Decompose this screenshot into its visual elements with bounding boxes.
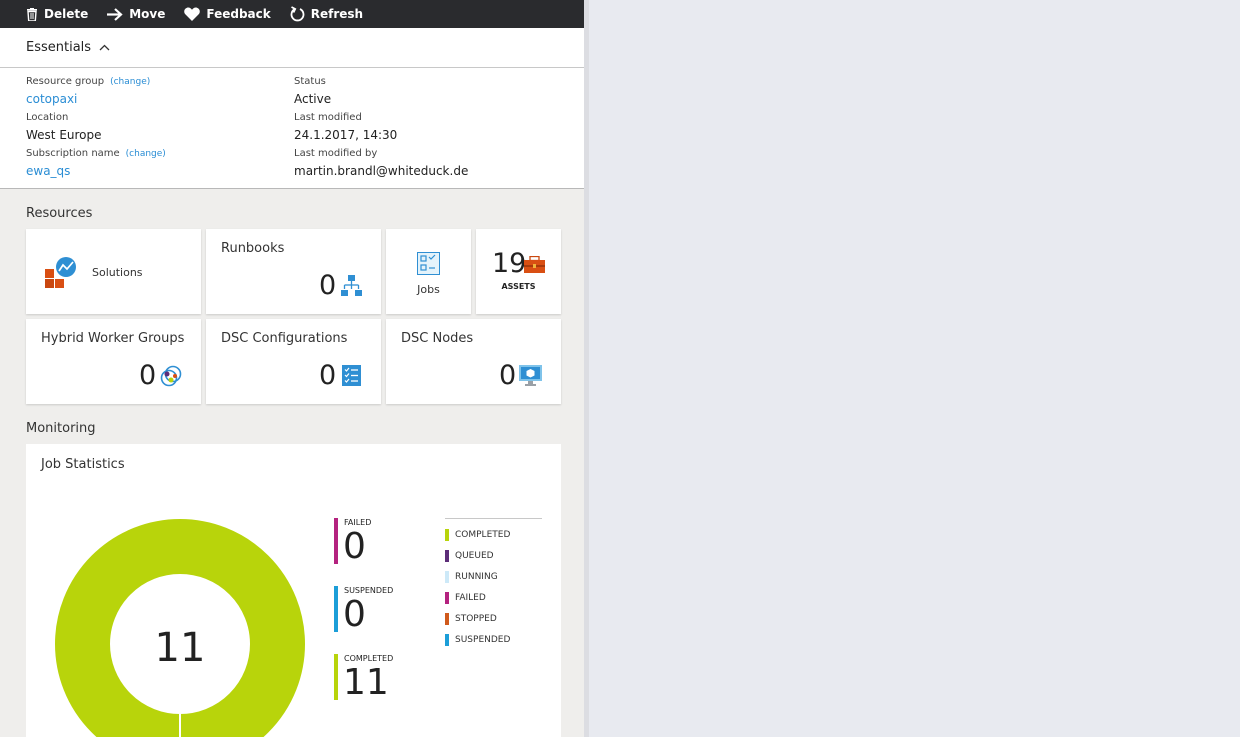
legend-swatch [445,528,449,541]
completed-stat-value: 11 [343,662,389,703]
last-modified-by-field: Last modified by martin.brandl@whiteduck… [294,147,468,183]
legend-stopped: STOPPED [445,608,542,629]
suspended-stat-value: 0 [343,594,366,635]
job-status-legend: COMPLETED QUEUED RUNNING FAILED STOPPED … [445,518,542,650]
essentials-toggle[interactable]: Essentials [0,28,584,68]
legend-running: RUNNING [445,566,542,587]
legend-completed-label: COMPLETED [455,529,511,540]
heart-icon [184,7,201,21]
monitoring-heading: Monitoring [26,421,96,436]
assets-label: ASSETS [501,282,536,291]
checklist-icon [342,365,361,386]
solutions-icon [45,257,76,288]
legend-queued: QUEUED [445,545,542,566]
delete-button[interactable]: Delete [26,7,88,21]
legend-swatch [445,612,449,625]
essentials-panel: Essentials Resource group (change) cotopa… [0,28,584,189]
status-label: Status [294,76,326,87]
legend-failed-label: FAILED [455,592,486,603]
chevron-up-icon [99,44,110,51]
runbooks-label: Runbooks [221,241,285,256]
solutions-tile[interactable]: Solutions [26,229,201,314]
monitor-node-icon [519,365,542,386]
status-value: Active [294,92,332,106]
last-modified-by-value: martin.brandl@whiteduck.de [294,164,469,178]
legend-completed: COMPLETED [445,524,542,545]
jobs-icon [417,252,440,275]
resource-group-label: Resource group [26,76,105,87]
refresh-icon [290,6,305,22]
feedback-label: Feedback [206,7,271,21]
dsc-configurations-tile[interactable]: DSC Configurations 0 [206,319,381,404]
move-label: Move [129,7,166,21]
subscription-link[interactable]: ewa_qs [26,162,166,180]
job-statistics-title: Job Statistics [41,457,125,472]
legend-suspended: SUSPENDED [445,629,542,650]
command-bar: Delete Move Feedback Refresh [0,0,584,28]
legend-running-label: RUNNING [455,571,498,582]
last-modified-field: Last modified 24.1.2017, 14:30 [294,111,468,147]
last-modified-by-label: Last modified by [294,148,378,159]
donut-total: 11 [155,625,206,671]
suspended-stat-bar [334,586,338,632]
toolbox-icon [524,256,545,273]
dsc-nodes-count: 0 [499,360,517,391]
dsc-configurations-count: 0 [319,360,337,391]
subscription-change-link[interactable]: (change) [126,149,166,159]
automation-blade: Delete Move Feedback Refresh Essentials … [0,0,584,737]
essentials-right-column: Status Active Last modified 24.1.2017, 1… [294,75,468,183]
runbook-hierarchy-icon [341,275,362,296]
last-modified-value: 24.1.2017, 14:30 [294,128,398,142]
hybrid-worker-groups-count: 0 [139,360,157,391]
location-label: Location [26,112,69,123]
subscription-field: Subscription name (change) ewa_qs [26,147,166,183]
status-field: Status Active [294,75,468,111]
runbooks-count: 0 [319,270,337,301]
jobs-tile[interactable]: Jobs [386,229,471,314]
legend-swatch [445,591,449,604]
empty-content-pane [589,0,1240,737]
resources-heading: Resources [26,206,93,221]
legend-stopped-label: STOPPED [455,613,497,624]
solutions-label: Solutions [92,266,143,279]
feedback-button[interactable]: Feedback [184,7,271,21]
arrow-right-icon [107,7,123,21]
hybrid-worker-icon [160,365,182,387]
last-modified-label: Last modified [294,112,362,123]
refresh-button[interactable]: Refresh [290,6,363,22]
subscription-label: Subscription name [26,148,120,159]
hybrid-worker-groups-label: Hybrid Worker Groups [41,331,185,346]
move-button[interactable]: Move [107,7,165,21]
resource-group-change-link[interactable]: (change) [110,77,150,87]
failed-stat-bar [334,518,338,564]
dsc-nodes-tile[interactable]: DSC Nodes 0 [386,319,561,404]
legend-swatch [445,570,449,583]
refresh-label: Refresh [310,7,364,21]
job-statistics-tile[interactable]: Job Statistics 11 FAILED 0 SUSPENDED 0 C… [26,444,561,737]
completed-stat-bar [334,654,338,700]
failed-stat-value: 0 [343,526,366,567]
jobs-label: Jobs [417,283,440,296]
location-value: West Europe [26,128,102,142]
runbooks-tile[interactable]: Runbooks 0 [206,229,381,314]
legend-swatch [445,549,449,562]
delete-label: Delete [44,7,89,21]
legend-failed: FAILED [445,587,542,608]
resource-group-field: Resource group (change) cotopaxi [26,75,166,111]
essentials-title: Essentials [26,40,92,55]
legend-queued-label: QUEUED [455,550,494,561]
essentials-left-column: Resource group (change) cotopaxi Location… [26,75,166,183]
job-statistics-donut-chart: 11 [55,519,305,737]
resource-group-link[interactable]: cotopaxi [26,90,166,108]
assets-count: 19 [492,248,527,279]
dsc-nodes-label: DSC Nodes [401,331,474,346]
assets-tile[interactable]: 19 ASSETS [476,229,561,314]
hybrid-worker-groups-tile[interactable]: Hybrid Worker Groups 0 [26,319,201,404]
location-field: Location West Europe [26,111,166,147]
legend-swatch [445,633,449,646]
legend-suspended-label: SUSPENDED [455,634,511,645]
dsc-configurations-label: DSC Configurations [221,331,348,346]
trash-icon [27,7,37,21]
